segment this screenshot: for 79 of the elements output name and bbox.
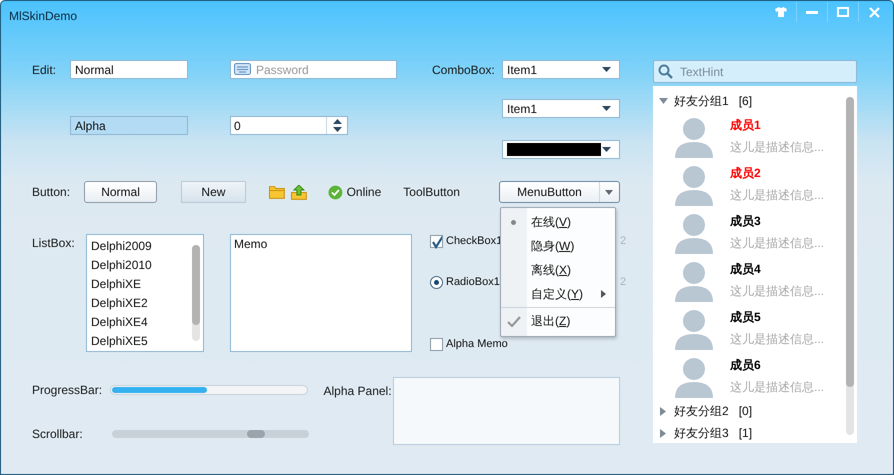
menu-item[interactable]: 退出(Z) (500, 309, 615, 333)
alpha-edit-field[interactable]: Alpha (70, 116, 188, 135)
member-row[interactable]: 成员6 这儿是描述信息... (653, 352, 846, 400)
list-item[interactable]: DelphiXE2 (91, 294, 192, 313)
menu-item[interactable]: 隐身(W) (500, 234, 615, 258)
group-row[interactable]: 好友分组2 [0] (653, 400, 846, 422)
scroll-thumb[interactable] (247, 430, 265, 438)
spin-edit-field[interactable]: 0 (230, 116, 348, 135)
down-arrow-icon (332, 127, 342, 132)
member-name: 成员4 (730, 260, 762, 278)
close-icon (868, 6, 880, 18)
push-button[interactable]: Normal (84, 181, 157, 203)
member-name: 成员5 (730, 308, 762, 326)
member-row[interactable]: 成员4 这儿是描述信息... (653, 256, 846, 304)
up-arrow-icon (332, 118, 342, 124)
scroll-thumb[interactable] (192, 245, 200, 325)
edit-field[interactable]: Normal (70, 60, 188, 79)
member-name: 成员3 (730, 212, 762, 230)
member-row[interactable]: 成员1 这儿是描述信息... (653, 112, 846, 160)
member-description: 这儿是描述信息... (730, 378, 824, 396)
color-combobox[interactable] (502, 140, 620, 159)
menu-item[interactable]: 离线(X) (500, 258, 615, 282)
member-row[interactable]: 成员5 这儿是描述信息... (653, 304, 846, 352)
list-item[interactable]: DelphiXE4 (91, 313, 192, 332)
checkbox[interactable]: CheckBox1 (430, 234, 502, 248)
member-description: 这儿是描述信息... (730, 330, 824, 348)
push-button[interactable]: New (180, 181, 246, 203)
check-circle-icon (328, 184, 343, 200)
minimize-icon (806, 10, 818, 14)
horizontal-scrollbar[interactable] (112, 430, 309, 438)
maximize-icon (837, 7, 849, 17)
button-label: Button: (32, 185, 72, 199)
member-name: 成员2 (730, 164, 762, 182)
edit-label: Edit: (32, 62, 58, 76)
list-item[interactable]: DelphiXE5 (91, 332, 192, 351)
listbox-label: ListBox: (32, 236, 76, 252)
member-name: 成员1 (730, 116, 762, 134)
scrollbar-label: Scrollbar: (32, 427, 84, 441)
radio-button[interactable]: RadioBox1 (430, 275, 500, 289)
dropdown-arrow-icon (602, 67, 611, 72)
online-status: Online (346, 185, 382, 199)
memo-field[interactable]: Memo (230, 234, 412, 352)
combobox[interactable]: Item1 (502, 60, 620, 79)
member-description: 这儿是描述信息... (730, 234, 824, 252)
dropdown-arrow-icon (602, 106, 611, 111)
scrollbar[interactable] (192, 245, 200, 341)
checkbox[interactable]: Alpha Memo (430, 337, 626, 351)
combobox-label: ComboBox: (432, 62, 496, 76)
menu-button[interactable]: MenuButton (498, 181, 620, 203)
group-row[interactable]: 好友分组3 [1] (653, 422, 846, 443)
search-field[interactable]: TextHint (653, 60, 857, 83)
search-icon (658, 64, 673, 79)
upload-box-icon[interactable] (290, 184, 307, 200)
member-description: 这儿是描述信息... (730, 186, 824, 204)
dropdown-arrow-icon (602, 147, 611, 152)
member-description: 这儿是描述信息... (730, 138, 824, 156)
window-title: MlSkinDemo (9, 9, 78, 23)
member-row[interactable]: 成员3 这儿是描述信息... (653, 208, 846, 256)
list-box[interactable]: Delphi2009 Delphi2010 DelphiXE DelphiXE2 DelphiXE4 DelphiXE5 (86, 234, 204, 352)
menu-item[interactable]: 自定义(Y) (500, 282, 615, 306)
member-name: 成员6 (730, 356, 762, 374)
checkmark-icon (431, 236, 442, 248)
shirt-icon (774, 7, 786, 17)
folder-icon[interactable] (269, 185, 285, 199)
member-row[interactable]: 成员2 这儿是描述信息... (653, 160, 846, 208)
keyboard-icon (234, 63, 251, 75)
member-description: 这儿是描述信息... (730, 282, 824, 300)
progressbar-label: ProgressBar: (32, 383, 104, 397)
list-item[interactable]: Delphi2009 (91, 237, 192, 256)
password-field[interactable]: Password (230, 60, 397, 79)
menu-item[interactable]: 在线(V) (500, 210, 615, 234)
list-item[interactable]: DelphiXE (91, 275, 192, 294)
list-item[interactable]: Delphi2010 (91, 256, 192, 275)
memo-text: Memo (234, 237, 268, 251)
group-row[interactable]: 好友分组1 [6] (653, 90, 846, 112)
caret-icon (604, 190, 613, 194)
tool-button[interactable]: ToolButton (403, 185, 460, 199)
alpha-panel-label: Alpha Panel: (324, 384, 393, 400)
combobox[interactable]: Item1 (502, 99, 620, 118)
